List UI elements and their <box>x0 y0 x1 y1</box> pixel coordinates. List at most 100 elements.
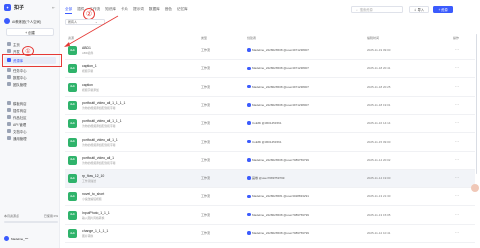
more-icon[interactable]: ⋯ <box>455 139 459 144</box>
more-icon[interactable]: ⋯ <box>455 212 459 217</box>
more-icon[interactable]: ⋯ <box>455 193 459 198</box>
column-action: 操作 <box>453 36 460 40</box>
search-placeholder: 搜索资源 <box>359 8 373 12</box>
table-row[interactable]: ⚯ ABD1 ABD插件 工作流 Madeline_2228026508 @user49… <box>65 42 475 60</box>
table-row[interactable]: ⚯ novel_to_short 小说改编短视频 工作流 Madeline_222802… <box>65 188 475 207</box>
resource-description: 图片转换 <box>82 234 94 238</box>
table-row[interactable]: ⚯ caption 视频字幕添加 工作流 Madeline_2228026508 @us… <box>65 79 475 97</box>
resource-name: ABD1 <box>82 46 91 50</box>
avatar <box>247 212 251 217</box>
brand-logo[interactable]: ✦ 扣子 <box>4 4 24 11</box>
assistant-avatar[interactable] <box>471 184 479 192</box>
column-name: 资源 <box>68 36 75 40</box>
resource-creator: CoEffit @3601451561 <box>247 121 282 125</box>
sidebar-item-team[interactable]: 团队管理 <box>4 81 56 88</box>
creator-name: Madeline_2228026508 @user7089759799 <box>252 212 309 217</box>
more-icon[interactable]: ⋯ <box>455 230 459 235</box>
workflow-icon: ⚯ <box>68 82 77 92</box>
table-row[interactable]: ⚯ InputPhoto_1_1_1 输入图片风格转换 工作流 Madeline_222… <box>65 207 475 225</box>
resource-type: 工作流 <box>201 121 211 126</box>
workflow-icon: ⚯ <box>68 119 77 129</box>
home-icon <box>7 42 11 47</box>
resource-creator: Madeline_2228026508 @user4971238007 <box>247 66 309 70</box>
more-icon[interactable]: ⋯ <box>455 120 459 125</box>
table-row[interactable]: ⚯ caption_1 视频字幕 工作流 Madeline_2228026508 @us… <box>65 60 475 79</box>
resource-edit-time: 2025-11-13 21:30 <box>367 194 391 199</box>
sidebar-item-plugin-store[interactable]: 插件商店 <box>4 107 56 114</box>
table-row[interactable]: ⚯ change_1_1_1_1 图片转换 工作流 Madeline_222802650… <box>65 225 475 243</box>
main-content: 全部 插件 工作流 知识库 卡片 提示词 数据库 音色 记忆库 ② ⌕ 搜索资源 … <box>61 0 480 248</box>
sidebar-item-tasks[interactable]: 任务中心 <box>4 67 56 74</box>
sidebar-item-templates[interactable]: 模板商店 <box>4 100 56 107</box>
tab-knowledge[interactable]: 知识库 <box>105 7 116 14</box>
more-icon[interactable]: ⋯ <box>455 65 459 70</box>
avatar <box>247 66 251 71</box>
workflow-icon: ⚯ <box>68 210 77 220</box>
creator-name: CoEffit @3601451561 <box>252 139 282 144</box>
table-row[interactable]: ⚯ portfoutil_video_all_1_1_1 为你的视频添加配音和字幕 工… <box>65 115 475 134</box>
column-time: 编辑时间 <box>367 36 380 40</box>
import-icon: ⇩ <box>413 7 417 12</box>
table-row[interactable]: ⚯ portfoutil_video_all_1_1 为你的视频添加配音和字幕 工作流… <box>65 134 475 152</box>
tab-prompts[interactable]: 提示词 <box>133 7 144 14</box>
sidebar-item-label: 通用管理 <box>13 136 27 141</box>
usage-panel: 本月资源点 已使用 0% <box>4 214 58 223</box>
sidebar-item-label: 团队管理 <box>13 82 27 87</box>
brand-name: 扣子 <box>14 5 25 11</box>
resource-name: rp_flow_12_10 <box>82 174 105 179</box>
resource-type: 工作流 <box>201 102 211 107</box>
team-icon <box>7 82 11 87</box>
resource-edit-time: 2025-11-18 20:41 <box>367 66 391 71</box>
avatar <box>247 231 251 235</box>
tab-cards[interactable]: 卡片 <box>121 7 128 14</box>
workflow-icon: ⚯ <box>68 137 77 147</box>
table-header: 资源 类型 创建者 编辑时间 操作 <box>65 36 475 41</box>
table-row[interactable]: ⚯ portfoutil_video_all_1_1_1_1 为你的视频添加配音和字… <box>65 97 475 115</box>
filter-label: 所有人 <box>68 20 78 24</box>
tab-database[interactable]: 数据库 <box>149 7 160 14</box>
sidebar-item-data[interactable]: 数据中心 <box>4 74 56 81</box>
avatar <box>247 103 251 107</box>
user-profile[interactable]: Madeline_*** <box>4 236 58 241</box>
workflow-icon: ⚯ <box>68 192 77 202</box>
resource-type: 工作流 <box>201 48 211 52</box>
more-icon[interactable]: ⋯ <box>455 102 459 107</box>
table-row[interactable]: ⚯ portfoutil_video_all_1 为你的视频添加配音和字幕 工作流 Ma… <box>65 152 475 170</box>
tab-voices[interactable]: 音色 <box>165 7 172 14</box>
tab-memory[interactable]: 记忆库 <box>177 7 188 14</box>
chart-icon <box>7 75 11 80</box>
resource-description: 输入图片风格转换 <box>82 215 105 220</box>
sidebar-item-community[interactable]: 作品社区 <box>4 114 56 121</box>
workspace-switcher[interactable]: AI教练团(个人空间) <box>4 17 54 25</box>
resource-edit-time: 2025-11-19 09:00 <box>367 48 391 52</box>
new-resource-button[interactable]: + 资源 <box>433 6 453 13</box>
collapse-sidebar-icon[interactable]: ⇤ <box>52 5 55 10</box>
import-button[interactable]: ⇩ 导入 <box>409 6 429 13</box>
resource-name: change_1_1_1_1 <box>82 229 109 233</box>
usage-bar <box>4 221 58 223</box>
resource-type: 工作流 <box>201 176 211 181</box>
resource-type: 工作流 <box>201 157 211 162</box>
scrollbar[interactable] <box>475 34 477 174</box>
search-input[interactable]: ⌕ 搜索资源 <box>351 6 403 13</box>
tab-all[interactable]: 全部 <box>65 7 73 14</box>
more-icon[interactable]: ⋯ <box>455 84 459 89</box>
create-button[interactable]: + 创建 <box>6 28 54 36</box>
sidebar-item-settings[interactable]: 通用管理 <box>4 135 56 142</box>
column-type: 类型 <box>201 36 208 40</box>
code-icon <box>7 49 11 54</box>
more-icon[interactable]: ⋯ <box>455 157 459 162</box>
table-row[interactable]: ⚯ rp_flow_12_10 工作流描述 工作流 画卷 @user7089759799… <box>65 170 475 189</box>
more-icon[interactable]: ⋯ <box>455 47 459 52</box>
annotation-highlight-box <box>2 54 62 67</box>
creator-filter[interactable]: 所有人 ⌄ <box>65 19 105 25</box>
sidebar-item-docs[interactable]: 文档中心 <box>4 128 56 135</box>
resource-creator: Madeline_2228026508 @user7089759799 <box>247 231 309 235</box>
creator-name: Madeline_2228026581 @user3028833291 <box>252 194 309 199</box>
resource-name: portfoutil_video_all_1_1 <box>82 137 118 142</box>
more-icon[interactable]: ⋯ <box>455 175 459 180</box>
sidebar-item-api[interactable]: API 管理 <box>4 121 56 128</box>
creator-name: CoEffit @3601451561 <box>252 121 282 126</box>
import-label: 导入 <box>417 8 425 12</box>
creator-name: Madeline_2228026508 @user4971238007 <box>252 102 309 107</box>
